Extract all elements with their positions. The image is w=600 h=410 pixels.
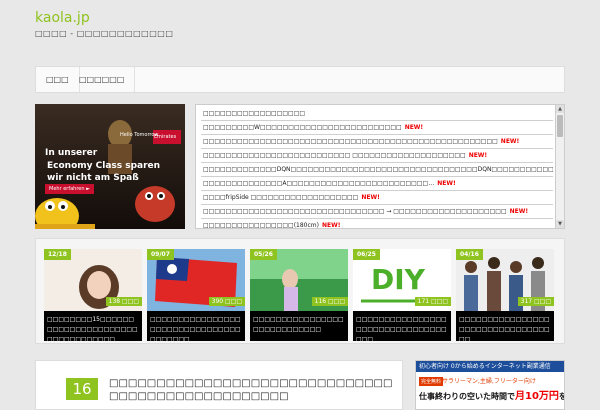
news-item[interactable]: □□□□□□□□□W□□□□□□□□□□□□□□□□□□□□□□□□□ NEW! <box>201 121 553 135</box>
article-title[interactable]: □□□□□□□□□□□□□□□□□□□□□□□□□□□□□□□□□□□□□□□□… <box>109 377 399 403</box>
site-description: □□□□ - □□□□□□□□□□□□ <box>35 29 174 38</box>
side-ad-headline-highlight: 月10万円 <box>515 391 559 402</box>
news-ticker: □□□□□□□□□□□□□□□□□□ □□□□□□□□□W□□□□□□□□□□□□… <box>195 104 565 229</box>
news-item[interactable]: □□□□fripSide □□□□□□□□□□□□□□□□□□□ NEW! <box>201 191 553 205</box>
side-ad-subtitle: サラリーマン,主婦,フリーター向け <box>442 378 536 385</box>
side-ad-header: 初心者向け 0から始めるインターネット副業通信 <box>416 361 564 372</box>
scroll-up-icon[interactable]: ▲ <box>556 105 564 113</box>
ad-brand-logo: Emirates <box>154 134 177 140</box>
side-ad-badge: 完全無料 <box>419 377 444 386</box>
news-item-text: □□□□□□□□□□□□□DQN□□□□□□□□□□□□□□□□□□□□□□□□… <box>203 166 553 173</box>
svg-text:DIY: DIY <box>371 263 426 296</box>
new-label: NEW! <box>404 124 424 131</box>
news-scrollbar[interactable]: ▲ ▼ <box>555 105 564 228</box>
article-preview: 16 □□□□□□□□□□□□□□□□□□□□□□□□□□□□□□□□□□□□□… <box>35 360 403 410</box>
news-item[interactable]: □□□□□□□□□□□□□□A□□□□□□□□□□□□□□□□□□□□□□□□□… <box>201 177 553 191</box>
news-item[interactable]: □□□□□□□□□□□□□□□□□□□□□□□□□□ □□□□□□□□□□□□□… <box>201 149 553 163</box>
featured-date: 12/18 <box>44 249 71 260</box>
ad-cta-button[interactable]: Mehr erfahren ► <box>45 184 94 194</box>
featured-title[interactable]: □□□□□□□□□□□□□□□□□□□□□□□□□□□□ <box>250 311 348 341</box>
article-date-badge: 16 <box>66 378 98 400</box>
site-title[interactable]: kaola.jp <box>35 10 90 26</box>
emirates-banner-ad[interactable]: Hello Tomorrow Emirates In unserer Econo… <box>35 104 185 229</box>
news-item-text: □□□□□□□□□□□□□□□□(180cm) <box>203 222 319 229</box>
featured-date: 04/16 <box>456 249 483 260</box>
news-item-text: □□□□□□□□□□□□□□A□□□□□□□□□□□□□□□□□□□□□□□□□… <box>203 180 435 187</box>
scroll-down-icon[interactable]: ▼ <box>556 220 564 228</box>
featured-card[interactable]: 05/26 116 □□□ □□□□□□□□□□□□□□□□□□□□□□□□□□… <box>250 249 348 341</box>
news-item-text: □□□□□□□□□□□□□□□□□□□□□□□□□□□□□□□□ → □□□□□… <box>203 208 507 215</box>
main-nav: □□□ □□□□□□ <box>35 66 565 93</box>
new-label: NEW! <box>321 222 341 229</box>
featured-date: 09/07 <box>147 249 174 260</box>
news-item[interactable]: □□□□□□□□□□□□□□□□□□ <box>201 107 553 121</box>
news-list: □□□□□□□□□□□□□□□□□□ □□□□□□□□□W□□□□□□□□□□□□… <box>201 107 553 229</box>
news-item-text: □□□□fripSide □□□□□□□□□□□□□□□□□□□ <box>203 194 359 201</box>
featured-card[interactable]: 12/18 138 □□□ □□□□□□□□15□□□□□□□□□□□□□□□□… <box>44 249 142 341</box>
featured-title[interactable]: □□□□□□□□□□□□□□□□□□□□□□□□□□□□□□□□□□□□□□□ <box>147 311 245 341</box>
featured-date: 06/25 <box>353 249 380 260</box>
news-item-text: □□□□□□□□□□□□□□□□□□□□□□□□□□□□□□□□□□□□□□□□… <box>203 138 498 145</box>
featured-count: 317 □□□ <box>517 297 554 306</box>
nav-item-category[interactable]: □□□□□□ <box>69 67 136 92</box>
featured-title[interactable]: □□□□□□□□□□□□□□□□□□□□□□□□□□□□□□□□□□□ <box>353 311 451 341</box>
news-item-text: □□□□□□□□□□□□□□□□□□ <box>203 110 306 117</box>
new-label: NEW! <box>437 180 456 187</box>
new-label: NEW! <box>361 194 380 201</box>
featured-posts: 12/18 138 □□□ □□□□□□□□15□□□□□□□□□□□□□□□□… <box>35 238 565 344</box>
new-label: NEW! <box>509 208 529 215</box>
news-item-text: □□□□□□□□□W□□□□□□□□□□□□□□□□□□□□□□□□□ <box>203 124 402 131</box>
featured-title[interactable]: □□□□□□□□15□□□□□□□□□□□□□□□□□□□□□□□□□□□□□□… <box>44 311 142 341</box>
featured-title[interactable]: □□□□□□□□□□□□□□□□□□□□□□□□□□□□□□□□□□ <box>456 311 554 341</box>
ad-headline-1: In unserer <box>45 148 98 158</box>
ad-headline-2: Economy Class sparen <box>47 161 161 171</box>
side-banner-ad[interactable]: 初心者向け 0から始めるインターネット副業通信 完全無料 サラリーマン,主婦,フ… <box>415 360 565 410</box>
featured-date: 05/26 <box>250 249 277 260</box>
news-item[interactable]: □□□□□□□□□□□□□□□□□□□□□□□□□□□□□□□□ → □□□□□… <box>201 205 553 219</box>
news-item[interactable]: □□□□□□□□□□□□□□□□□□□□□□□□□□□□□□□□□□□□□□□□… <box>201 135 553 149</box>
featured-count: 138 □□□ <box>105 297 142 306</box>
featured-card[interactable]: 04/16 317 □□□ □□□□□□□□□□□□□□□□□□□□□□□□□□… <box>456 249 554 341</box>
featured-card[interactable]: DIY 06/25 171 □□□ □□□□□□□□□□□□□□□□□□□□□□… <box>353 249 451 341</box>
new-label: NEW! <box>500 138 520 145</box>
ad-headline-3: wir nicht am Spaß <box>47 173 139 183</box>
news-item-text: □□□□□□□□□□□□□□□□□□□□□□□□□□ □□□□□□□□□□□□□… <box>203 152 466 159</box>
new-label: NEW! <box>468 152 488 159</box>
featured-count: 390 □□□ <box>208 297 245 306</box>
featured-count: 116 □□□ <box>311 297 348 306</box>
scroll-thumb[interactable] <box>557 115 563 137</box>
news-item[interactable]: □□□□□□□□□□□□□DQN□□□□□□□□□□□□□□□□□□□□□□□□… <box>201 163 553 177</box>
featured-card[interactable]: 09/07 390 □□□ □□□□□□□□□□□□□□□□□□□□□□□□□□… <box>147 249 245 341</box>
featured-count: 171 □□□ <box>414 297 451 306</box>
ad-tagline: Hello Tomorrow <box>120 132 159 138</box>
news-item[interactable]: □□□□□□□□□□□□□□□□(180cm) NEW! <box>201 219 553 229</box>
